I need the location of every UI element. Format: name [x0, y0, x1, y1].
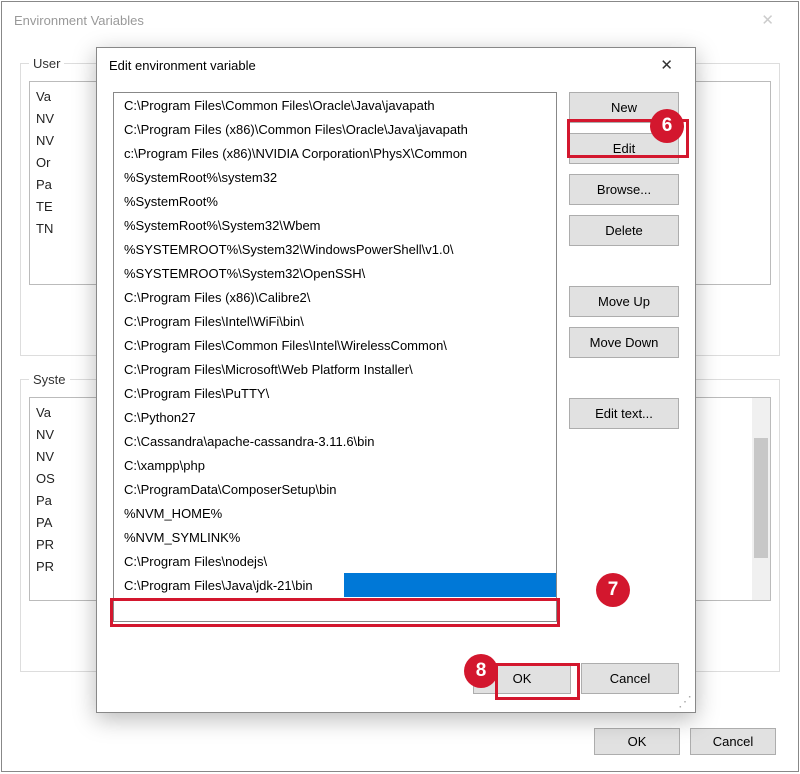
system-variables-column: VaNVNVOSPaPAPRPR [36, 398, 55, 578]
list-item: PR [36, 534, 55, 556]
path-item[interactable]: %NVM_SYMLINK% [114, 525, 556, 549]
edit-button[interactable]: Edit [569, 133, 679, 164]
path-item[interactable]: C:\Program Files (x86)\Common Files\Orac… [114, 117, 556, 141]
path-edit-input[interactable] [114, 573, 344, 597]
outer-window-title: Environment Variables [14, 13, 144, 28]
path-item[interactable]: C:\Program Files\PuTTY\ [114, 381, 556, 405]
modal-body: C:\Program Files\Common Files\Oracle\Jav… [97, 82, 695, 712]
list-item: OS [36, 468, 55, 490]
modal-title: Edit environment variable [109, 58, 256, 73]
side-button-column: New Edit Browse... Delete Move Up Move D… [569, 92, 679, 439]
list-item: NV [36, 446, 55, 468]
edit-text-button[interactable]: Edit text... [569, 398, 679, 429]
edit-environment-variable-dialog: Edit environment variable ✕ C:\Program F… [96, 47, 696, 713]
system-group-legend: Syste [29, 372, 70, 387]
outer-cancel-button[interactable]: Cancel [690, 728, 776, 755]
modal-titlebar: Edit environment variable ✕ [97, 48, 695, 82]
modal-bottom-buttons: OK Cancel [473, 663, 679, 694]
path-item[interactable]: %SYSTEMROOT%\System32\WindowsPowerShell\… [114, 237, 556, 261]
list-item: Va [36, 86, 54, 108]
path-item[interactable]: C:\xampp\php [114, 453, 556, 477]
list-item: NV [36, 108, 54, 130]
resize-grip-icon[interactable]: ⋰ [678, 695, 692, 709]
list-item: Pa [36, 174, 54, 196]
path-item[interactable]: C:\Python27 [114, 405, 556, 429]
outer-bottom-buttons: OK Cancel [594, 728, 776, 755]
close-icon[interactable]: ✕ [749, 5, 786, 35]
list-item: Or [36, 152, 54, 174]
path-item[interactable]: %NVM_HOME% [114, 501, 556, 525]
path-item[interactable]: C:\Program Files\Microsoft\Web Platform … [114, 357, 556, 381]
path-item[interactable]: C:\Program Files\nodejs\ [114, 549, 556, 573]
list-item: TN [36, 218, 54, 240]
list-item: PA [36, 512, 55, 534]
move-up-button[interactable]: Move Up [569, 286, 679, 317]
new-button[interactable]: New [569, 92, 679, 123]
path-item[interactable]: C:\Program Files\Common Files\Oracle\Jav… [114, 93, 556, 117]
list-item: NV [36, 424, 55, 446]
path-items-container: C:\Program Files\Common Files\Oracle\Jav… [114, 93, 556, 573]
ok-button[interactable]: OK [473, 663, 571, 694]
delete-button[interactable]: Delete [569, 215, 679, 246]
list-item: PR [36, 556, 55, 578]
close-icon[interactable]: ✕ [650, 50, 683, 80]
path-item[interactable]: %SYSTEMROOT%\System32\OpenSSH\ [114, 261, 556, 285]
outer-titlebar: Environment Variables ✕ [2, 2, 798, 38]
path-item[interactable]: C:\Program Files\Common Files\Intel\Wire… [114, 333, 556, 357]
path-item[interactable]: %SystemRoot%\system32 [114, 165, 556, 189]
outer-ok-button[interactable]: OK [594, 728, 680, 755]
path-item[interactable]: C:\Cassandra\apache-cassandra-3.11.6\bin [114, 429, 556, 453]
path-item[interactable]: C:\Program Files\Intel\WiFi\bin\ [114, 309, 556, 333]
scrollbar-thumb[interactable] [754, 438, 768, 558]
path-item[interactable]: %SystemRoot% [114, 189, 556, 213]
list-item: TE [36, 196, 54, 218]
path-item[interactable]: c:\Program Files (x86)\NVIDIA Corporatio… [114, 141, 556, 165]
user-variables-column: VaNVNVOrPaTETN [36, 82, 54, 240]
path-item[interactable]: C:\ProgramData\ComposerSetup\bin [114, 477, 556, 501]
list-item: Pa [36, 490, 55, 512]
move-down-button[interactable]: Move Down [569, 327, 679, 358]
list-item: Va [36, 402, 55, 424]
path-edit-selection [344, 573, 556, 597]
cancel-button[interactable]: Cancel [581, 663, 679, 694]
user-group-legend: User [29, 56, 64, 71]
list-item: NV [36, 130, 54, 152]
path-item[interactable]: C:\Program Files (x86)\Calibre2\ [114, 285, 556, 309]
scrollbar[interactable] [752, 398, 770, 600]
path-edit-row [114, 573, 556, 597]
path-list[interactable]: C:\Program Files\Common Files\Oracle\Jav… [113, 92, 557, 622]
browse-button[interactable]: Browse... [569, 174, 679, 205]
path-item[interactable]: %SystemRoot%\System32\Wbem [114, 213, 556, 237]
